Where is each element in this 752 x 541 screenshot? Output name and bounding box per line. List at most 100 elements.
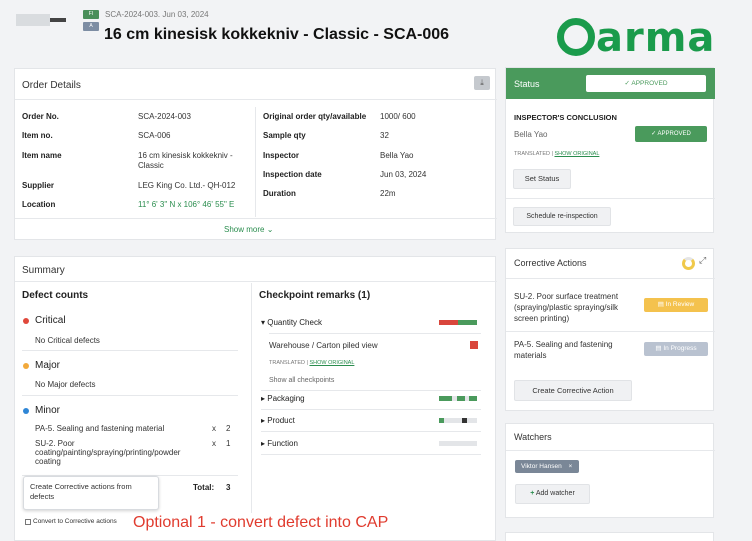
- major-desc: No Major defects: [35, 380, 96, 389]
- packaging-row[interactable]: ▸ Packaging: [261, 394, 305, 403]
- download-icon[interactable]: ⤓: [474, 76, 490, 90]
- remark-status-icon: [470, 341, 478, 349]
- inspector-value: Bella Yao: [380, 151, 414, 160]
- critical-dot: [23, 318, 29, 324]
- inspection-date-value: Jun 03, 2024: [380, 170, 427, 179]
- create-corrective-action-button[interactable]: Create Corrective Action: [514, 380, 632, 401]
- minor-item-1-qty: 2: [226, 424, 231, 433]
- order-details-card: Order Details ⤓ Order No. SCA-2024-003 I…: [14, 68, 497, 240]
- loading-ring-icon: [682, 257, 695, 270]
- minor-item-1: PA-5. Sealing and fastening material: [35, 424, 165, 433]
- sample-qty-label: Sample qty: [263, 131, 306, 140]
- doc-icon: ▤: [655, 345, 662, 352]
- tooltip: Create Corrective actions from defects: [23, 476, 159, 510]
- plus-icon: +: [530, 490, 535, 497]
- conclusion-approved-badge: ✓ APPROVED: [635, 126, 707, 142]
- item-name-value: 16 cm kinesisk kokkekniv - Classic: [138, 151, 233, 170]
- critical-desc: No Critical defects: [35, 336, 100, 345]
- doc-icon: ▤: [657, 301, 664, 308]
- product-row[interactable]: ▸ Product: [261, 416, 295, 425]
- total-label: Total:: [193, 483, 215, 492]
- product-bar-gray: [444, 418, 462, 423]
- summary-title: Summary: [22, 265, 65, 276]
- order-no-label: Order No.: [22, 112, 59, 121]
- add-watcher-button[interactable]: + Add watcher: [515, 484, 590, 504]
- item-no-label: Item no.: [22, 131, 53, 140]
- duration-value: 22m: [380, 189, 396, 198]
- remark-text: Warehouse / Carton piled view: [269, 341, 378, 350]
- expand-icon[interactable]: ⤢: [699, 255, 706, 266]
- quantity-check-row[interactable]: ▾ Quantity Check: [261, 318, 322, 327]
- inspector-label: Inspector: [263, 151, 300, 160]
- convert-label[interactable]: Convert to Corrective actions: [33, 518, 117, 525]
- inspection-date-label: Inspection date: [263, 170, 322, 179]
- close-icon[interactable]: ×: [569, 463, 573, 470]
- caret-right-icon: ▸: [261, 394, 266, 403]
- location-label: Location: [22, 200, 56, 209]
- status-translated: TRANSLATED | SHOW ORIGINAL: [514, 151, 600, 157]
- major-dot: [23, 363, 29, 369]
- inspection-subtitle: SCA-2024-003. Jun 03, 2024: [105, 10, 209, 19]
- page-title: 16 cm kinesisk kokkekniv - Classic - SCA…: [104, 26, 450, 43]
- function-row[interactable]: ▸ Function: [261, 439, 298, 448]
- sample-qty-value: 32: [380, 131, 389, 140]
- packaging-bar-green3: [469, 396, 477, 401]
- item-thumbnail: [14, 10, 70, 30]
- qarma-logo: arma: [557, 16, 715, 60]
- checkpoint-remarks-title: Checkpoint remarks (1): [259, 290, 371, 301]
- qty-value: 1000/ 600: [380, 112, 416, 121]
- qty-label: Original order qty/available: [263, 112, 367, 121]
- critical-label: Critical: [35, 315, 66, 326]
- watcher-tag: Viktor Hansen ×: [515, 460, 579, 473]
- quantity-bar-green: [458, 320, 477, 325]
- schedule-reinspection-button[interactable]: Schedule re-inspection: [513, 207, 611, 226]
- minor-item-2-qty: 1: [226, 439, 231, 448]
- major-label: Major: [35, 360, 61, 371]
- status-show-original-link[interactable]: SHOW ORIGINAL: [554, 151, 599, 157]
- item-no-value: SCA-006: [138, 131, 171, 140]
- order-no-value: SCA-2024-003: [138, 112, 191, 121]
- show-original-link[interactable]: SHOW ORIGINAL: [309, 360, 354, 366]
- convert-checkbox[interactable]: [25, 519, 31, 525]
- defect-counts-title: Defect counts: [22, 290, 89, 301]
- corrective-item-2-status: ▤ In Progress: [644, 342, 708, 356]
- chevron-down-icon: ⌄: [266, 225, 274, 234]
- bottom-card: [505, 532, 714, 541]
- check-icon: ✓: [624, 80, 630, 87]
- quantity-bar-red: [439, 320, 458, 325]
- status-title: Status: [514, 79, 540, 89]
- set-status-button[interactable]: Set Status: [513, 169, 571, 189]
- show-all-checkpoints[interactable]: Show all checkpoints: [269, 377, 334, 384]
- q-logo-icon: [557, 18, 595, 56]
- inspectors-conclusion-title: INSPECTOR'S CONCLUSION: [514, 113, 617, 122]
- watchers-card: Watchers Viktor Hansen × + Add watcher: [505, 423, 715, 518]
- supplier-label: Supplier: [22, 181, 55, 190]
- minor-item-2: SU-2. Poor coating/painting/spraying/pri…: [35, 439, 181, 466]
- corrective-actions-card: Corrective Actions ⤢ SU-2. Poor surface …: [505, 248, 715, 411]
- show-more-button[interactable]: Show more ⌄: [224, 225, 273, 234]
- location-link[interactable]: 11° 6' 3" N x 106° 46' 55" E: [138, 200, 234, 209]
- remark-translated: TRANSLATED | SHOW ORIGINAL: [269, 360, 355, 366]
- product-bar-gray2: [467, 418, 477, 423]
- status-card: Status ✓ APPROVED INSPECTOR'S CONCLUSION…: [505, 67, 715, 233]
- summary-card: Summary Defect counts Critical No Critic…: [14, 256, 497, 541]
- packaging-bar-green: [439, 396, 452, 401]
- watchers-title: Watchers: [514, 432, 552, 442]
- conclusion-inspector: Bella Yao: [514, 130, 548, 139]
- caret-right-icon: ▸: [261, 439, 266, 448]
- corrective-item-1[interactable]: SU-2. Poor surface treatment (spraying/p…: [514, 291, 634, 324]
- annotation-text: Optional 1 - convert defect into CAP: [133, 514, 389, 531]
- packaging-bar-green2: [457, 396, 465, 401]
- minor-item-1-x: x: [212, 424, 216, 433]
- badge-f: FI: [83, 10, 99, 19]
- corrective-item-2[interactable]: PA-5. Sealing and fastening materials: [514, 339, 634, 361]
- caret-right-icon: ▸: [261, 416, 266, 425]
- badge-a: A: [83, 22, 99, 31]
- corrective-actions-title: Corrective Actions: [514, 258, 587, 268]
- caret-down-icon: ▾: [261, 318, 266, 327]
- order-details-title: Order Details: [22, 80, 81, 91]
- duration-label: Duration: [263, 189, 296, 198]
- minor-dot: [23, 408, 29, 414]
- minor-label: Minor: [35, 405, 61, 416]
- supplier-value: LEG King Co. Ltd.- QH-012: [138, 181, 236, 190]
